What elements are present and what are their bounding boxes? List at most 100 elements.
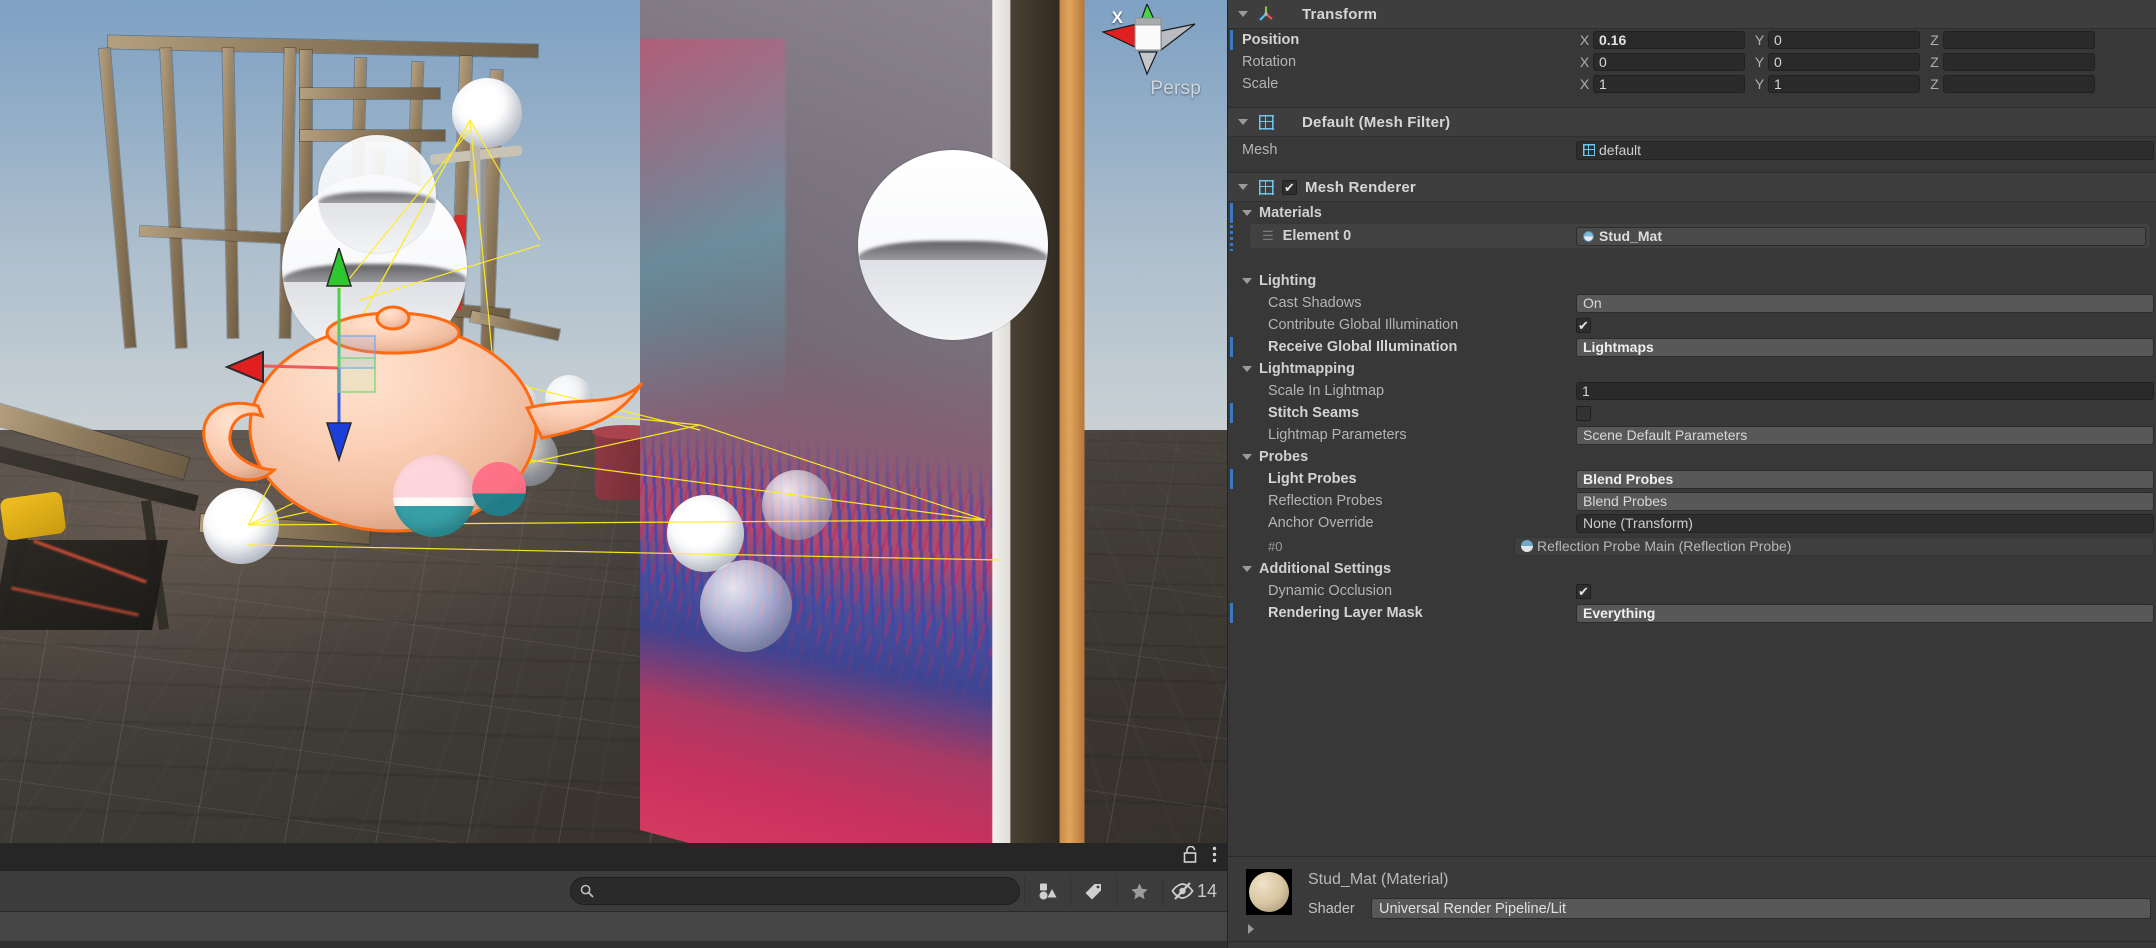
scene-separator-bar: [0, 843, 1227, 870]
row-contribute-gi[interactable]: Contribute Global Illumination ✔: [1228, 314, 2156, 336]
drag-handle-icon[interactable]: ☰: [1250, 228, 1283, 244]
row-stitch-seams[interactable]: Stitch Seams: [1228, 402, 2156, 424]
row-label: Mesh: [1242, 142, 1278, 158]
row-light-probes[interactable]: Light Probes Blend Probes: [1228, 468, 2156, 490]
receive-gi-dropdown[interactable]: Lightmaps: [1576, 337, 2154, 357]
eye-off-icon: [1171, 882, 1194, 900]
mesh-filter-icon: [1256, 112, 1276, 132]
mesh-filter-row-mesh[interactable]: Mesh default: [1228, 137, 2156, 163]
scene-view-pane[interactable]: X Persp 14: [0, 0, 1227, 948]
component-header-mesh-renderer[interactable]: ✔ Mesh Renderer: [1228, 173, 2156, 202]
reflection-probe-icon: [1521, 540, 1533, 552]
mesh-object-field[interactable]: default: [1576, 140, 2154, 160]
foldout-arrow-icon[interactable]: [1242, 454, 1252, 460]
component-header-mesh-filter[interactable]: Default (Mesh Filter): [1228, 108, 2156, 137]
gizmo-center-sphere: [472, 462, 526, 516]
row-reflection-probes[interactable]: Reflection Probes Blend Probes: [1228, 490, 2156, 512]
lock-open-icon[interactable]: [1183, 846, 1198, 863]
position-z-input[interactable]: [1943, 31, 2095, 49]
search-field[interactable]: [569, 877, 1020, 905]
axis-label-y: Y: [1754, 54, 1765, 70]
transform-row-scale[interactable]: Scale X 1 Y 1 Z: [1228, 73, 2156, 95]
scene-viewport[interactable]: X Persp: [0, 0, 1227, 843]
transform-row-rotation[interactable]: Rotation X 0 Y 0 Z: [1228, 51, 2156, 73]
scale-y-input[interactable]: 1: [1768, 75, 1920, 93]
light-probes-dropdown[interactable]: Blend Probes: [1576, 469, 2154, 489]
dynamic-occlusion-checkbox[interactable]: ✔: [1576, 583, 1591, 599]
inspector-panel[interactable]: Transform Position X 0.16 Y 0 Z Rotation…: [1227, 0, 2156, 948]
lightmap-parameters-dropdown[interactable]: Scene Default Parameters: [1576, 425, 2154, 445]
probe-entry-index: #0: [1268, 538, 1283, 554]
row-label: Dynamic Occlusion: [1268, 583, 1393, 599]
material-element-row[interactable]: ☰ Element 0 Stud_Mat: [1250, 224, 2150, 248]
kebab-menu-icon[interactable]: [1212, 846, 1217, 863]
move-gizmo[interactable]: [205, 248, 495, 478]
foldout-arrow-icon[interactable]: [1238, 11, 1248, 17]
cast-shadows-dropdown[interactable]: On: [1576, 293, 2154, 313]
component-header-transform[interactable]: Transform: [1228, 0, 2156, 29]
chevron-right-icon[interactable]: [1248, 924, 1254, 934]
rendering-layer-mask-dropdown[interactable]: Everything: [1576, 603, 2154, 623]
transform-row-position[interactable]: Position X 0.16 Y 0 Z: [1228, 29, 2156, 51]
probe-entry-object-field[interactable]: Reflection Probe Main (Reflection Probe): [1514, 536, 2154, 556]
wall-trim: [1059, 0, 1085, 843]
material-preview-thumbnail[interactable]: [1246, 869, 1292, 915]
rotation-y-input[interactable]: 0: [1768, 53, 1920, 71]
yellow-toolbox: [0, 490, 67, 542]
row-scale-in-lightmap[interactable]: Scale In Lightmap 1: [1228, 380, 2156, 402]
row-label: Scale In Lightmap: [1268, 383, 1385, 399]
hierarchy-search-toolbar[interactable]: 14: [0, 870, 1227, 912]
prefab-override-bar: [1230, 469, 1233, 489]
hidden-objects-indicator[interactable]: 14: [1161, 876, 1227, 906]
rotation-z-input[interactable]: [1943, 53, 2095, 71]
spacer: [1228, 252, 2156, 270]
shapes-filter-button[interactable]: [1023, 876, 1070, 906]
material-preview-footer[interactable]: Stud_Mat (Material) Shader Universal Ren…: [1228, 856, 2156, 948]
row-lightmap-parameters[interactable]: Lightmap Parameters Scene Default Parame…: [1228, 424, 2156, 446]
star-favorite-icon: [1131, 883, 1148, 899]
reflection-probes-dropdown[interactable]: Blend Probes: [1576, 491, 2154, 511]
additional-settings-section-header[interactable]: Additional Settings: [1228, 558, 2156, 580]
prefab-override-bar: [1230, 225, 1233, 251]
materials-header-row[interactable]: Materials: [1228, 202, 2156, 224]
foldout-arrow-icon[interactable]: [1242, 210, 1252, 216]
foldout-arrow-icon[interactable]: [1238, 184, 1248, 190]
row-probe-entry[interactable]: #0 Reflection Probe Main (Reflection Pro…: [1228, 534, 2156, 558]
row-cast-shadows[interactable]: Cast Shadows On: [1228, 292, 2156, 314]
lightmapping-section-header[interactable]: Lightmapping: [1228, 358, 2156, 380]
position-x-input[interactable]: 0.16: [1593, 31, 1745, 49]
row-dynamic-occlusion[interactable]: Dynamic Occlusion ✔: [1228, 580, 2156, 602]
foldout-arrow-icon[interactable]: [1242, 366, 1252, 372]
mesh-renderer-icon: [1256, 177, 1276, 197]
stitch-seams-checkbox[interactable]: [1576, 405, 1591, 421]
favorite-filter-button[interactable]: [1115, 876, 1162, 906]
foldout-arrow-icon[interactable]: [1238, 119, 1248, 125]
search-input[interactable]: [598, 883, 986, 899]
mesh-renderer-enabled-checkbox[interactable]: ✔: [1282, 179, 1297, 195]
probes-section-header[interactable]: Probes: [1228, 446, 2156, 468]
scale-in-lightmap-input[interactable]: 1: [1576, 382, 2154, 400]
tag-filter-button[interactable]: [1069, 876, 1116, 906]
material-object-field[interactable]: Stud_Mat: [1576, 226, 2146, 246]
light-probe-sphere: [452, 78, 522, 148]
mesh-value: default: [1599, 142, 1642, 158]
anchor-override-object-field[interactable]: None (Transform): [1576, 513, 2154, 533]
row-rendering-layer-mask[interactable]: Rendering Layer Mask Everything: [1228, 602, 2156, 624]
axis-label-y: Y: [1754, 32, 1765, 48]
rotation-x-input[interactable]: 0: [1593, 53, 1745, 71]
scale-x-input[interactable]: 1: [1593, 75, 1745, 93]
scale-z-input[interactable]: [1943, 75, 2095, 93]
row-label: Scale: [1242, 76, 1279, 92]
panel-controls: [1183, 846, 1217, 863]
foldout-arrow-icon[interactable]: [1242, 278, 1252, 284]
row-receive-gi[interactable]: Receive Global Illumination Lightmaps: [1228, 336, 2156, 358]
shader-dropdown[interactable]: Universal Render Pipeline/Lit: [1371, 898, 2151, 919]
light-probe-sphere: [700, 560, 792, 652]
lighting-section-header[interactable]: Lighting: [1228, 270, 2156, 292]
position-y-input[interactable]: 0: [1768, 31, 1920, 49]
gizmo-perspective-label[interactable]: Persp: [1150, 78, 1201, 100]
foldout-arrow-icon[interactable]: [1242, 566, 1252, 572]
axis-label-x: X: [1579, 54, 1590, 70]
row-anchor-override[interactable]: Anchor Override None (Transform): [1228, 512, 2156, 534]
contribute-gi-checkbox[interactable]: ✔: [1576, 317, 1591, 333]
